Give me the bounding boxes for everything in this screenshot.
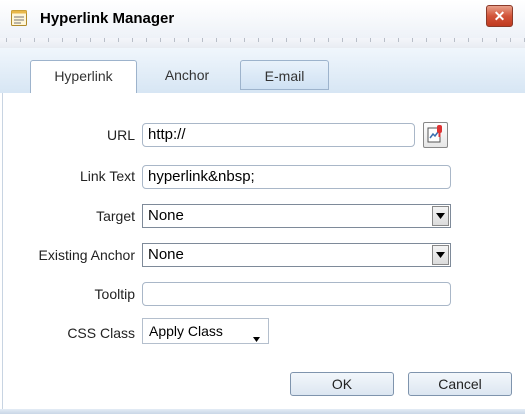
url-label: URL bbox=[106, 127, 135, 143]
existing-anchor-select[interactable]: None bbox=[142, 243, 451, 267]
dropdown-arrow-icon[interactable] bbox=[432, 245, 449, 265]
css-class-label: CSS Class bbox=[67, 325, 135, 341]
window-title: Hyperlink Manager bbox=[40, 10, 175, 27]
target-label: Target bbox=[96, 208, 135, 224]
existing-anchor-value: None bbox=[148, 246, 184, 263]
title-bar: Hyperlink Manager ✕ bbox=[0, 0, 525, 38]
existing-anchor-label: Existing Anchor bbox=[38, 247, 136, 263]
tooltip-input[interactable] bbox=[142, 282, 451, 306]
dropdown-arrow-icon[interactable] bbox=[432, 206, 449, 226]
tab-hyperlink[interactable]: Hyperlink bbox=[30, 60, 137, 93]
tab-email[interactable]: E-mail bbox=[240, 60, 329, 90]
link-browse-icon bbox=[424, 125, 447, 151]
css-class-value: Apply Class bbox=[149, 323, 223, 339]
cancel-button[interactable]: Cancel bbox=[408, 372, 512, 396]
tab-anchor[interactable]: Anchor bbox=[141, 60, 233, 90]
ok-button[interactable]: OK bbox=[290, 372, 394, 396]
link-browse-button[interactable] bbox=[423, 122, 448, 148]
ruler-strip bbox=[0, 38, 525, 48]
tooltip-label: Tooltip bbox=[94, 286, 135, 302]
css-class-select[interactable]: Apply Class bbox=[142, 318, 269, 344]
link-text-input[interactable]: hyperlink&nbsp; bbox=[142, 165, 451, 189]
chevron-down-icon bbox=[253, 329, 260, 345]
document-icon bbox=[10, 9, 28, 27]
bottom-border bbox=[0, 409, 525, 414]
target-select[interactable]: None bbox=[142, 204, 451, 228]
url-input[interactable]: http:// bbox=[142, 123, 415, 147]
target-value: None bbox=[148, 207, 184, 224]
link-text-label: Link Text bbox=[80, 168, 135, 184]
close-button[interactable]: ✕ bbox=[486, 5, 513, 27]
